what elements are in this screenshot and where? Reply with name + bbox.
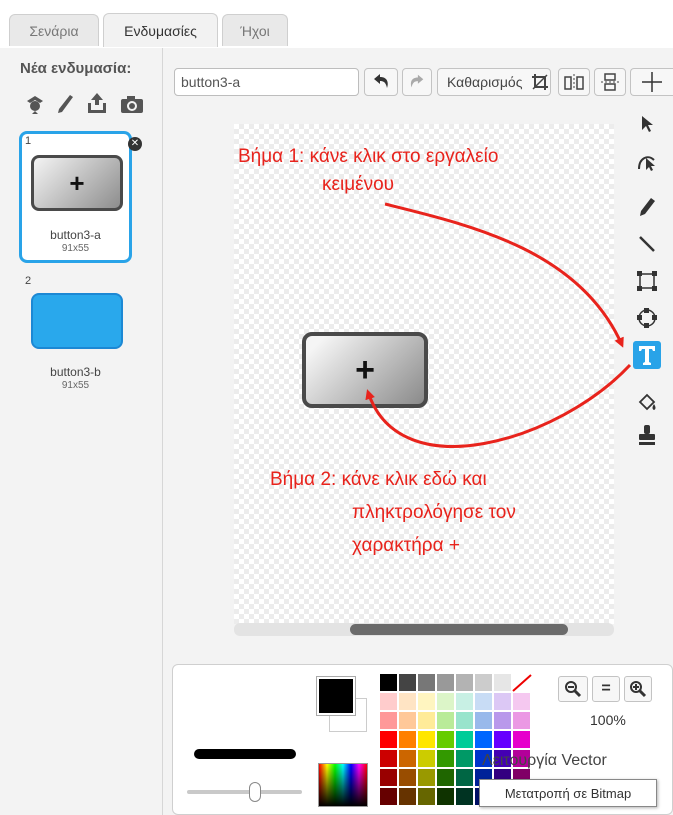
zoom-out-icon (565, 681, 582, 698)
brush-size-preview (194, 749, 296, 759)
palette-color-swatch[interactable] (437, 769, 454, 786)
palette-color-swatch[interactable] (456, 750, 473, 767)
palette-color-swatch[interactable] (456, 769, 473, 786)
select-icon[interactable] (633, 110, 661, 138)
ellipse-icon[interactable] (633, 304, 661, 332)
pencil-icon[interactable] (633, 193, 661, 221)
palette-color-swatch[interactable] (418, 712, 435, 729)
palette-color-swatch[interactable] (380, 674, 397, 691)
palette-color-swatch[interactable] (399, 731, 416, 748)
arrow-to-text-tool (384, 202, 624, 348)
convert-to-bitmap-tooltip[interactable]: Μετατροπή σε Bitmap (479, 779, 657, 807)
palette-color-swatch[interactable] (399, 712, 416, 729)
palette-color-swatch[interactable] (513, 693, 530, 710)
palette-color-swatch[interactable] (494, 674, 511, 691)
palette-color-swatch[interactable] (437, 750, 454, 767)
rectangle-icon[interactable] (633, 267, 661, 295)
palette-color-swatch[interactable] (418, 769, 435, 786)
palette-color-swatch[interactable] (399, 750, 416, 767)
palette-color-swatch[interactable] (437, 693, 454, 710)
primary-color-swatch[interactable] (317, 677, 355, 715)
zoom-level: 100% (590, 712, 626, 728)
palette-color-swatch[interactable] (437, 731, 454, 748)
palette-color-swatch[interactable] (399, 769, 416, 786)
color-picker-spectrum[interactable] (318, 763, 368, 807)
text-icon[interactable] (633, 341, 661, 369)
palette-color-swatch[interactable] (437, 788, 454, 805)
palette-color-swatch[interactable] (380, 712, 397, 729)
palette-color-swatch[interactable] (513, 731, 530, 748)
palette-color-swatch[interactable] (418, 731, 435, 748)
arrow-to-canvas-button (365, 363, 632, 448)
palette-color-swatch[interactable] (418, 750, 435, 767)
palette-color-swatch[interactable] (456, 674, 473, 691)
palette-color-swatch[interactable] (475, 693, 492, 710)
palette-color-swatch[interactable] (494, 693, 511, 710)
palette-color-swatch[interactable] (380, 731, 397, 748)
palette-color-swatch[interactable] (380, 750, 397, 767)
brush-size-slider[interactable] (187, 790, 302, 794)
palette-color-swatch[interactable] (380, 769, 397, 786)
reshape-icon[interactable] (633, 147, 661, 175)
palette-color-swatch[interactable] (418, 674, 435, 691)
palette-color-swatch[interactable] (456, 788, 473, 805)
palette-color-swatch[interactable] (418, 788, 435, 805)
stamp-icon[interactable] (633, 421, 661, 449)
palette-color-swatch[interactable] (437, 712, 454, 729)
palette-color-swatch[interactable] (456, 731, 473, 748)
palette-color-swatch[interactable] (513, 712, 530, 729)
palette-color-swatch[interactable] (437, 674, 454, 691)
fill-icon[interactable] (633, 389, 661, 417)
palette-color-swatch[interactable] (494, 712, 511, 729)
palette-color-swatch[interactable] (494, 731, 511, 748)
zoom-reset-button[interactable]: = (592, 676, 620, 702)
line-icon[interactable] (633, 230, 661, 258)
palette-color-swatch[interactable] (399, 788, 416, 805)
vector-mode-label: Λειτουργία Vector (482, 752, 607, 769)
palette-color-swatch[interactable] (456, 712, 473, 729)
palette-color-swatch[interactable] (475, 674, 492, 691)
brush-size-slider-handle[interactable] (249, 782, 261, 802)
palette-color-swatch[interactable] (399, 693, 416, 710)
zoom-in-button[interactable] (624, 676, 652, 702)
transparent-color-icon[interactable] (512, 674, 532, 692)
palette-color-swatch[interactable] (418, 693, 435, 710)
palette-color-swatch[interactable] (475, 712, 492, 729)
zoom-in-icon (630, 681, 647, 698)
palette-color-swatch[interactable] (380, 788, 397, 805)
palette-color-swatch[interactable] (399, 674, 416, 691)
palette-color-swatch[interactable] (475, 731, 492, 748)
zoom-out-button[interactable] (558, 676, 588, 702)
palette-color-swatch[interactable] (380, 693, 397, 710)
palette-color-swatch[interactable] (456, 693, 473, 710)
